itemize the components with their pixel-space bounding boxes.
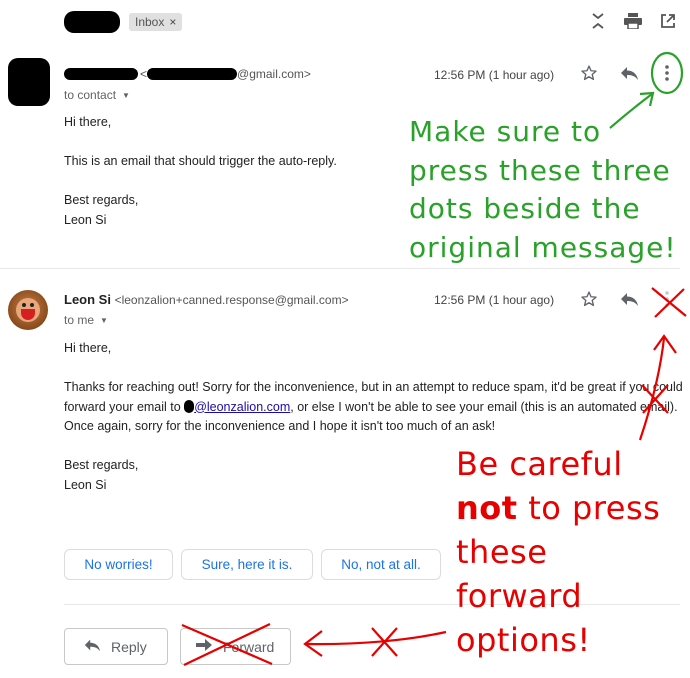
sender-email-suffix: @gmail.com>	[237, 67, 311, 81]
message1-sender[interactable]: < @gmail.com>	[64, 67, 311, 81]
annotation-text: to press	[517, 489, 661, 527]
remove-label-icon[interactable]: ×	[169, 15, 176, 29]
forward-icon	[195, 637, 213, 656]
body-line: Hi there,	[64, 115, 112, 129]
open-new-window-icon[interactable]	[660, 13, 676, 34]
annotation-line: these	[456, 533, 548, 571]
smart-reply-chip[interactable]: Sure, here it is.	[181, 549, 313, 580]
smart-reply-chip[interactable]: No worries!	[64, 549, 173, 580]
annotation-line: not to press	[456, 486, 660, 530]
annotation-emphasis: not	[456, 489, 518, 527]
star-icon[interactable]	[580, 64, 598, 85]
message1-time: 12:56 PM (1 hour ago)	[434, 68, 555, 82]
message2-sender[interactable]: Leon Si <leonzalion+canned.response@gmai…	[64, 292, 349, 307]
annotation-line: original message!	[409, 230, 677, 264]
forward-button[interactable]: Forward	[180, 628, 291, 665]
reply-button[interactable]: Reply	[64, 628, 168, 665]
annotation-line: Be careful	[456, 445, 623, 483]
chevron-down-icon[interactable]: ▼	[122, 91, 130, 100]
sender-address: <leonzalion+canned.response@gmail.com>	[114, 293, 349, 307]
redacted-subject	[64, 11, 120, 33]
reply-label: Reply	[111, 638, 147, 655]
message2-recipients[interactable]: to me ▼	[64, 313, 108, 327]
red-arrow-mark	[305, 630, 447, 646]
body-greeting: Hi there,	[64, 341, 112, 355]
star-icon[interactable]	[580, 290, 598, 311]
message1-recipients[interactable]: to contact ▼	[64, 88, 130, 102]
sender-name: Leon Si	[64, 292, 111, 307]
inbox-label-chip[interactable]: Inbox ×	[129, 13, 183, 31]
reply-icon[interactable]	[619, 290, 639, 311]
print-icon[interactable]	[624, 13, 642, 34]
inbox-label-text: Inbox	[135, 15, 165, 29]
body-line: Leon Si	[64, 212, 107, 227]
reply-icon[interactable]	[619, 64, 639, 85]
annotation-line: dots beside the	[409, 192, 641, 225]
body-line: Best regards,	[64, 193, 139, 207]
red-x-mark	[371, 627, 398, 657]
sender-avatar-redacted[interactable]	[8, 58, 50, 106]
message1-body: Hi there, This is an email that should t…	[64, 113, 394, 230]
red-annotation: Be careful not to press these forward op…	[456, 442, 660, 662]
redacted-sender-email	[147, 68, 238, 80]
sender-address-open: <	[140, 67, 148, 81]
annotation-line: Make sure to	[409, 115, 602, 148]
forward-label: Forward	[223, 638, 275, 655]
collapse-icon[interactable]	[591, 12, 605, 35]
annotation-line: options!	[456, 621, 591, 659]
body-line: This is an email that should trigger the…	[64, 154, 337, 168]
reply-icon	[83, 637, 101, 656]
email-link[interactable]: @leonzalion.com	[194, 400, 290, 414]
redacted-email-user	[184, 399, 195, 413]
smart-reply-chip[interactable]: No, not at all.	[321, 549, 441, 580]
recipients-text: to me	[64, 313, 95, 327]
avatar[interactable]	[8, 290, 48, 330]
annotation-line: press these three	[409, 153, 671, 187]
body-paragraph: Thanks for reaching out! Sorry for the i…	[64, 378, 684, 437]
message-divider	[0, 268, 680, 269]
green-annotation: Make sure to press these three dots besi…	[409, 113, 677, 267]
more-options-icon[interactable]	[664, 63, 670, 86]
recipients-text: to contact	[64, 88, 117, 102]
annotation-line: forward	[456, 577, 583, 615]
message2-time: 12:56 PM (1 hour ago)	[434, 293, 555, 307]
redacted-sender-name	[64, 68, 138, 80]
chevron-down-icon[interactable]: ▼	[100, 316, 108, 325]
more-options-icon[interactable]	[664, 289, 670, 312]
